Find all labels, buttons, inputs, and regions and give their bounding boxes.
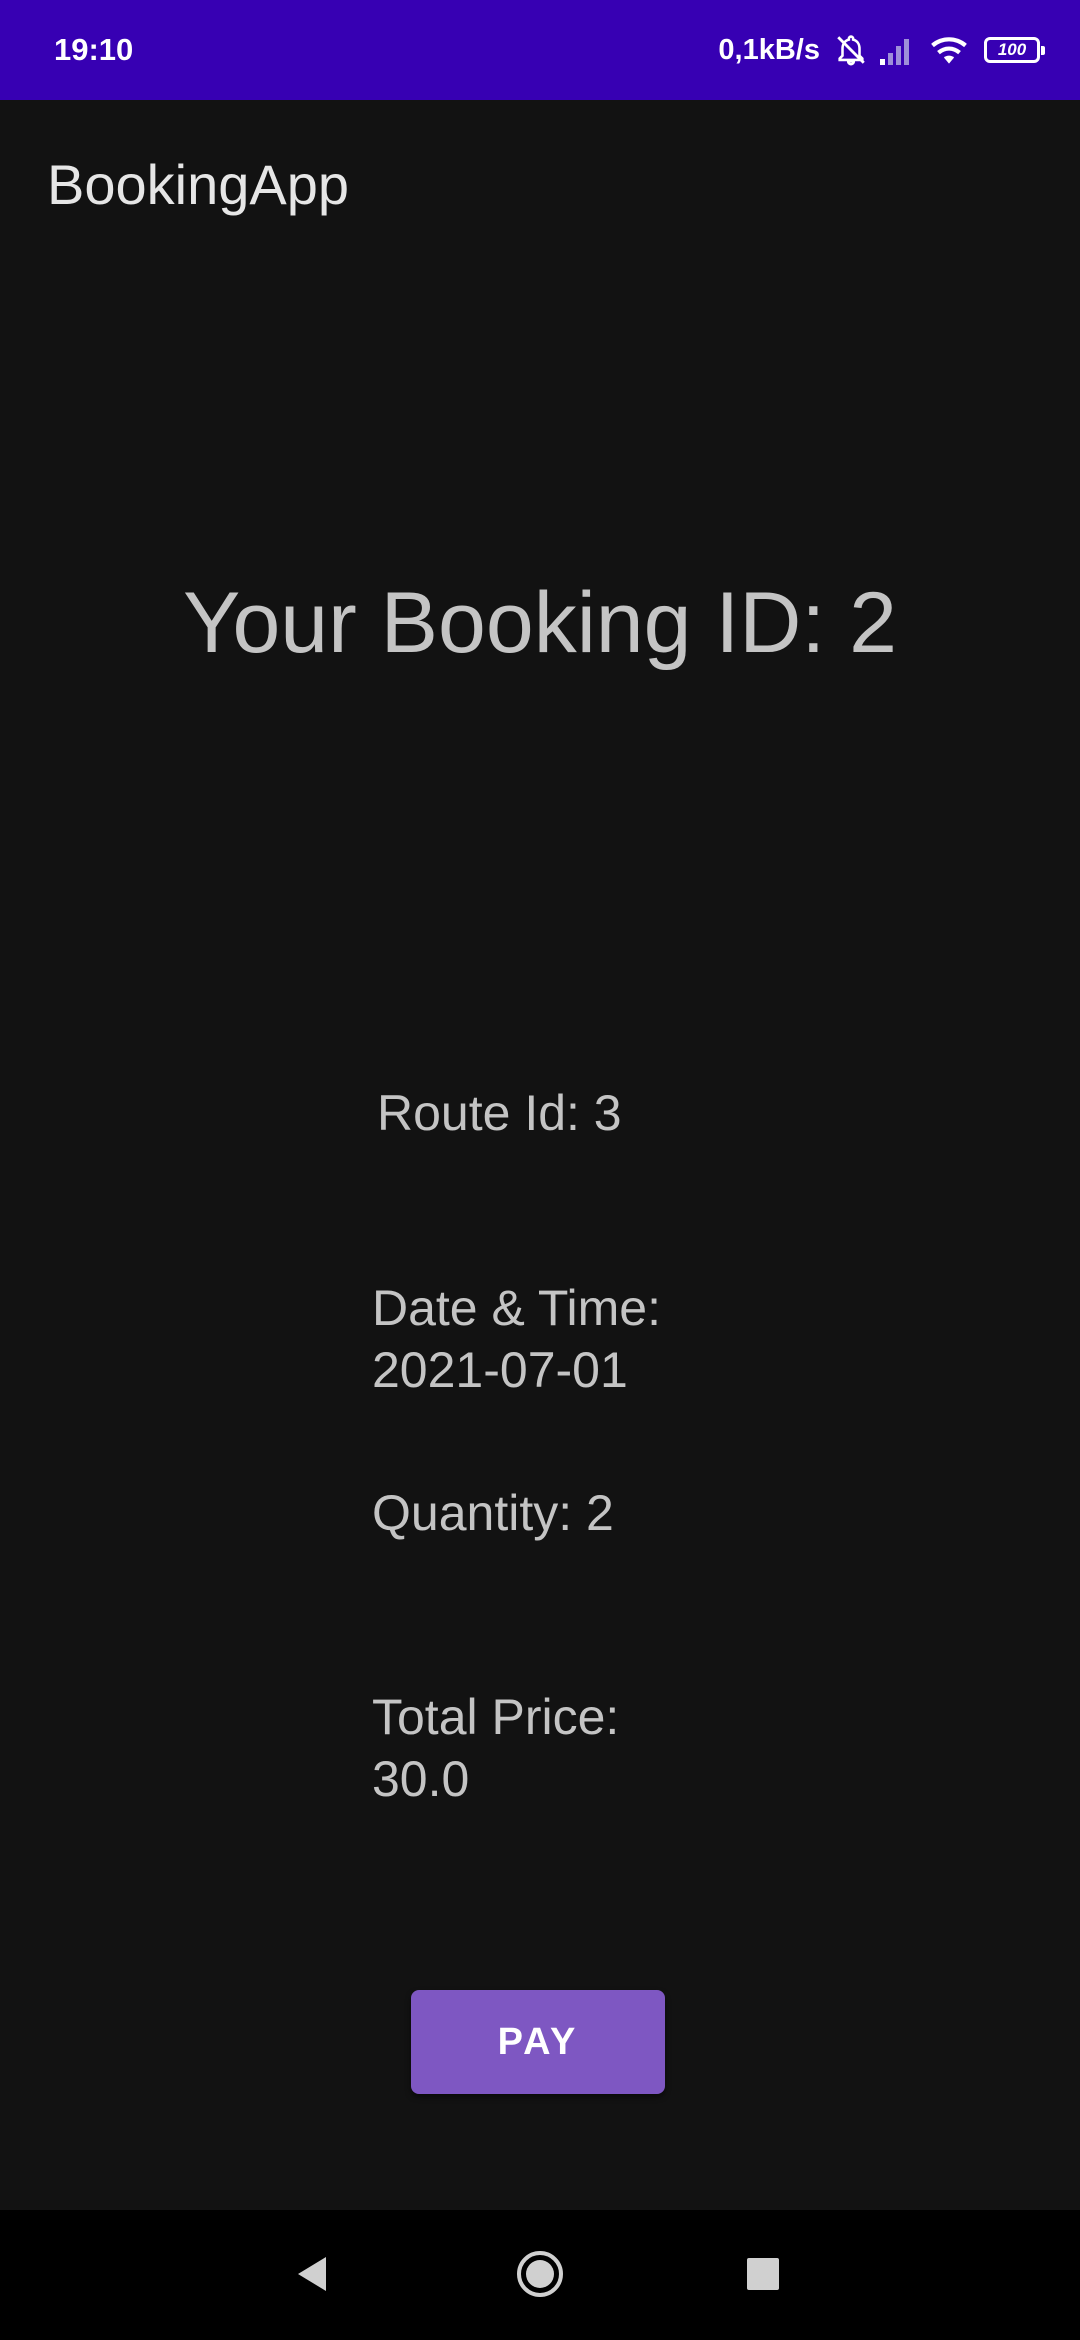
quantity-text: Quantity: 2: [372, 1485, 614, 1541]
total-price-label: Total Price:: [372, 1689, 620, 1745]
home-icon: [515, 2249, 565, 2304]
app-bar: BookingApp: [0, 100, 1080, 270]
battery-icon: 100: [984, 37, 1045, 63]
date-time-value: 2021-07-01: [372, 1342, 628, 1398]
status-icons: 0,1kB/s 100: [718, 26, 1045, 74]
pay-button[interactable]: PAY: [411, 1990, 665, 2094]
booking-id-heading: Your Booking ID: 2: [183, 575, 897, 671]
recents-button[interactable]: [723, 2236, 803, 2316]
bell-off-icon: [824, 33, 868, 67]
date-time-block: Date & Time: 2021-07-01: [372, 1277, 661, 1401]
signal-icon: [868, 33, 918, 67]
recents-icon: [746, 2257, 780, 2296]
app-title: BookingApp: [47, 153, 350, 216]
total-price-value: 30.0: [372, 1751, 470, 1807]
navigation-bar: [0, 2210, 1080, 2340]
home-button[interactable]: [500, 2236, 580, 2316]
wifi-icon: [918, 33, 970, 67]
back-icon: [294, 2255, 330, 2298]
network-speed: 0,1kB/s: [718, 33, 820, 66]
battery-level: 100: [997, 40, 1027, 59]
total-price-block: Total Price: 30.0: [372, 1686, 619, 1810]
route-id-text: Route Id: 3: [377, 1085, 622, 1141]
date-time-label: Date & Time:: [372, 1280, 661, 1336]
back-button[interactable]: [272, 2236, 352, 2316]
status-time: 19:10: [54, 32, 134, 67]
status-bar: 19:10 0,1kB/s 100: [0, 0, 1080, 100]
